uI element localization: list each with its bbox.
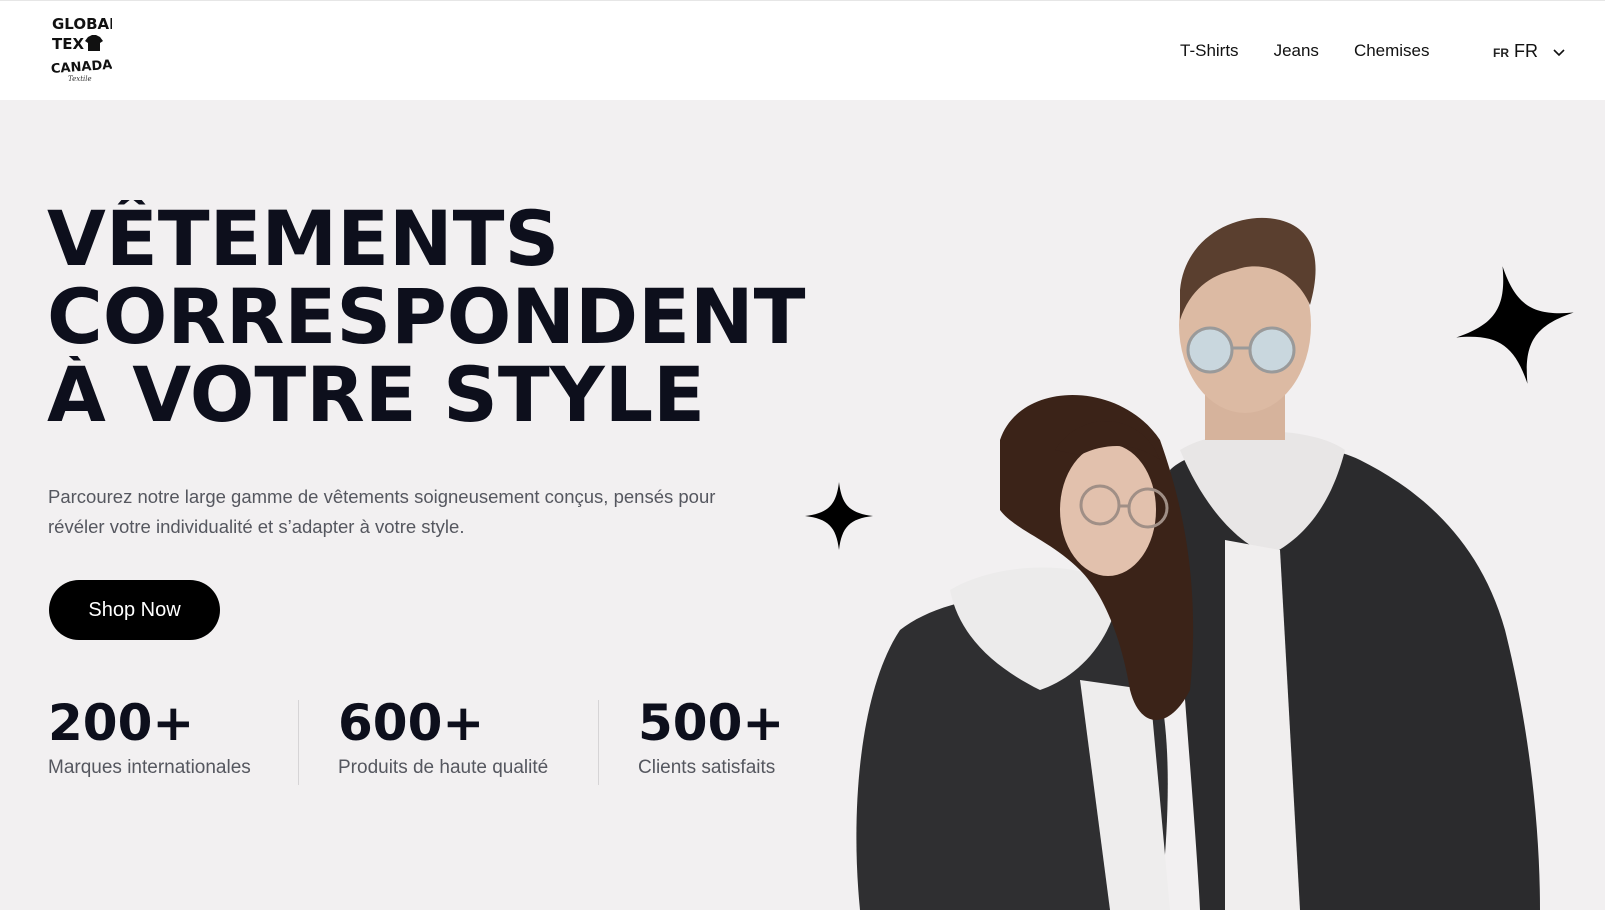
logo-text-global: GLOBAL [52,15,112,33]
stat-label: Clients satisfaits [638,757,776,778]
stat-value: 500+ [638,694,785,752]
brand-logo[interactable]: GLOBAL TEX CANADA Textile [50,13,112,83]
site-header: GLOBAL TEX CANADA Textile T-Shirts Jeans… [0,0,1605,100]
stat-divider [598,700,599,785]
stat-divider [298,700,299,785]
shop-now-button[interactable]: Shop Now [49,580,220,640]
hero-title-line-1: VÊTEMENTS [47,200,560,278]
language-selector[interactable]: FR FR [1493,41,1565,62]
stat-value: 600+ [338,694,485,752]
stat-clients: 500+ Clients satisfaits [638,695,784,779]
stat-value: 200+ [48,694,195,752]
brand-logo-graphic: GLOBAL TEX CANADA Textile [51,15,112,83]
hero-title-line-2: CORRESPONDENT [47,278,806,356]
nav-link-chemises[interactable]: Chemises [1354,41,1430,61]
hero-couple-photo [856,217,1540,910]
main-nav: T-Shirts Jeans Chemises [1180,41,1430,61]
stat-label: Marques internationales [48,757,251,778]
language-code: FR [1514,41,1538,61]
nav-link-jeans[interactable]: Jeans [1274,41,1319,61]
language-flag-code: FR [1493,46,1509,60]
stat-brands: 200+ Marques internationales [48,695,251,779]
stat-label: Produits de haute qualité [338,757,549,778]
hero-title-line-3: À VOTRE STYLE [47,356,706,434]
hero-title: VÊTEMENTS CORRESPONDENT À VOTRE STYLE [47,200,807,434]
hero-description: Parcourez notre large gamme de vêtements… [48,486,716,537]
nav-link-tshirts[interactable]: T-Shirts [1180,41,1239,61]
logo-text-tex: TEX [52,35,84,53]
logo-text-textile: Textile [68,75,92,83]
tshirt-icon [85,35,103,51]
stat-products: 600+ Produits de haute qualité [338,695,548,779]
chevron-down-icon [1553,49,1565,57]
